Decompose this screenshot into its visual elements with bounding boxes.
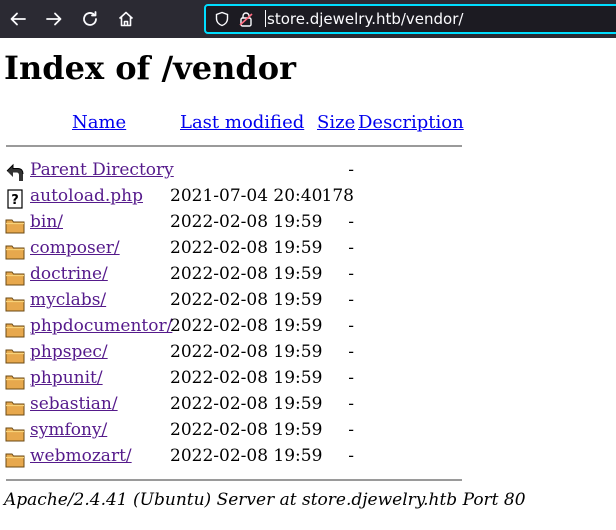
entry-link[interactable]: phpdocumentor/ [30, 316, 172, 336]
file-size: - [348, 394, 354, 414]
last-modified: 2022-02-08 19:59 [170, 212, 323, 232]
folder-icon [5, 423, 25, 443]
list-item: phpunit/2022-02-08 19:59 - [0, 366, 470, 392]
file-size: - [348, 264, 354, 284]
last-modified: 2022-02-08 19:59 [170, 264, 323, 284]
back-button[interactable] [6, 7, 30, 31]
list-item: myclabs/2022-02-08 19:59 - [0, 288, 470, 314]
folder-icon [5, 449, 25, 469]
entry-link[interactable]: sebastian/ [30, 394, 118, 414]
entry-link[interactable]: phpspec/ [30, 342, 108, 362]
header-divider [6, 145, 462, 147]
list-item: symfony/2022-02-08 19:59 - [0, 418, 470, 444]
last-modified: 2022-02-08 19:59 [170, 368, 323, 388]
entry-link[interactable]: Parent Directory [30, 160, 174, 180]
sort-by-description-link[interactable]: Description [358, 112, 464, 133]
last-modified: 2021-07-04 20:40 [170, 186, 323, 206]
list-item: Parent Directory - [0, 158, 470, 184]
last-modified: 2022-02-08 19:59 [170, 238, 323, 258]
reload-button[interactable] [78, 7, 102, 31]
last-modified: 2022-02-08 19:59 [170, 290, 323, 310]
shield-icon[interactable] [214, 11, 230, 27]
back-icon [5, 163, 25, 183]
forward-button[interactable] [42, 7, 66, 31]
folder-icon [5, 293, 25, 313]
svg-text:?: ? [11, 193, 19, 208]
file-size: - [348, 342, 354, 362]
file-size: - [348, 420, 354, 440]
list-item: phpspec/2022-02-08 19:59 - [0, 340, 470, 366]
file-size: - [348, 238, 354, 258]
file-size: - [348, 316, 354, 336]
sort-by-name-link[interactable]: Name [72, 112, 126, 133]
arrow-right-icon [46, 12, 62, 26]
list-item: ? autoload.php 2021-07-04 20:40 178 [0, 184, 470, 210]
entry-link[interactable]: composer/ [30, 238, 120, 258]
file-size: - [348, 212, 354, 232]
home-icon [118, 11, 134, 27]
sort-by-size-link[interactable]: Size [317, 112, 355, 133]
entry-link[interactable]: myclabs/ [30, 290, 106, 310]
folder-icon [5, 371, 25, 391]
sort-by-last-modified-link[interactable]: Last modified [180, 112, 304, 133]
file-size: - [348, 160, 354, 180]
folder-icon [5, 345, 25, 365]
footer-divider [6, 479, 462, 481]
url-value: store.djewelry.htb/vendor/ [267, 10, 464, 28]
url-text[interactable]: store.djewelry.htb/vendor/ [265, 10, 463, 28]
home-button[interactable] [114, 7, 138, 31]
folder-icon [5, 319, 25, 339]
reload-icon [83, 11, 97, 26]
folder-icon [5, 215, 25, 235]
list-item: composer/2022-02-08 19:59 - [0, 236, 470, 262]
list-item: bin/2022-02-08 19:59 - [0, 210, 470, 236]
entry-link[interactable]: phpunit/ [30, 368, 103, 388]
entry-link[interactable]: bin/ [30, 212, 63, 232]
browser-toolbar: store.djewelry.htb/vendor/ [0, 0, 616, 38]
url-bar[interactable]: store.djewelry.htb/vendor/ [204, 4, 616, 34]
entry-link[interactable]: doctrine/ [30, 264, 108, 284]
list-item: webmozart/2022-02-08 19:59 - [0, 444, 470, 470]
page-title: Index of /vendor [4, 49, 296, 87]
list-item: phpdocumentor/2022-02-08 19:59 - [0, 314, 470, 340]
arrow-left-icon [10, 12, 26, 26]
list-item: doctrine/2022-02-08 19:59 - [0, 262, 470, 288]
last-modified: 2022-02-08 19:59 [170, 342, 323, 362]
list-item: sebastian/2022-02-08 19:59 - [0, 392, 470, 418]
folder-icon [5, 241, 25, 261]
file-size: - [348, 290, 354, 310]
entry-link[interactable]: webmozart/ [30, 446, 132, 466]
file-unknown-icon: ? [5, 189, 25, 209]
file-size: - [348, 368, 354, 388]
file-size: - [348, 446, 354, 466]
folder-icon [5, 397, 25, 417]
entry-link[interactable]: autoload.php [30, 186, 143, 206]
last-modified: 2022-02-08 19:59 [170, 446, 323, 466]
entry-link[interactable]: symfony/ [30, 420, 107, 440]
last-modified: 2022-02-08 19:59 [170, 316, 323, 336]
server-signature: Apache/2.4.41 (Ubuntu) Server at store.d… [4, 490, 526, 510]
text-caret [265, 10, 266, 27]
last-modified: 2022-02-08 19:59 [170, 394, 323, 414]
file-size: 178 [321, 186, 354, 206]
last-modified: 2022-02-08 19:59 [170, 420, 323, 440]
folder-icon [5, 267, 25, 287]
insecure-lock-icon[interactable] [238, 11, 254, 27]
